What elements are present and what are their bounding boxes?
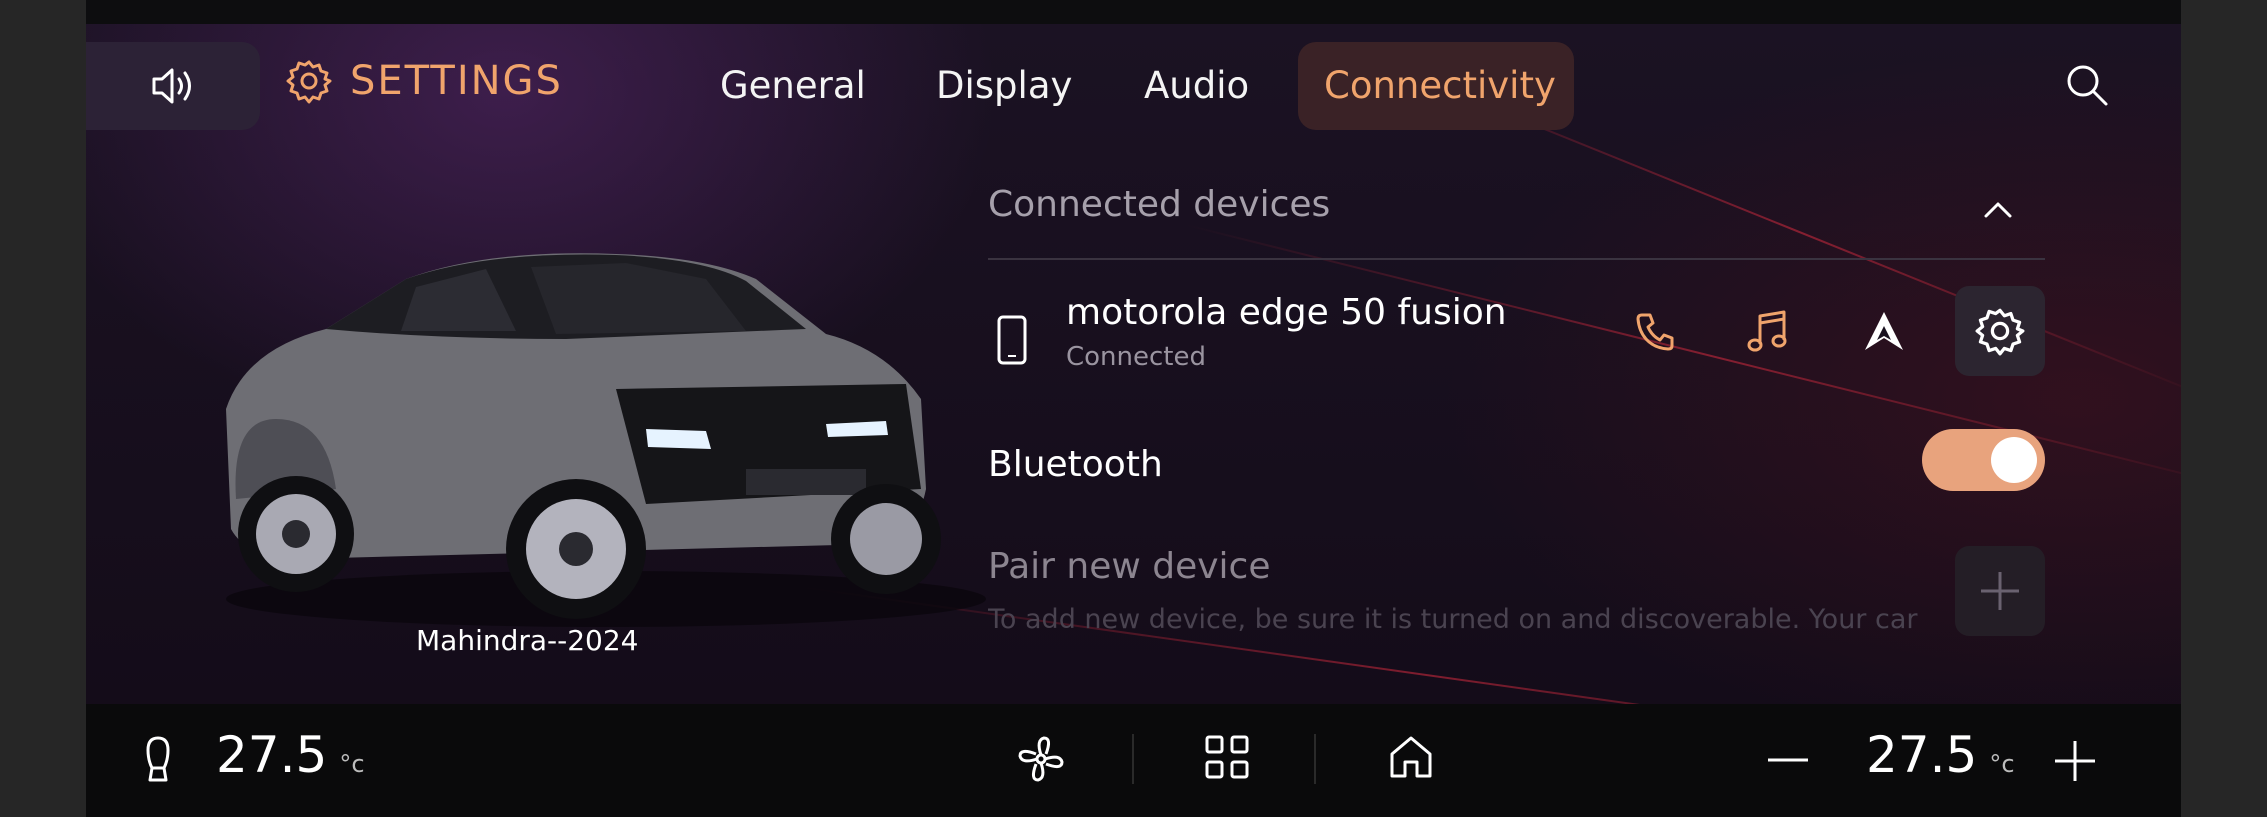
android-auto-icon [1865, 312, 1903, 350]
gear-icon [286, 60, 332, 104]
left-temperature: 27.5 °c [216, 726, 365, 784]
chevron-up-icon [1984, 202, 2012, 218]
right-temp-value: 27.5 [1866, 726, 1978, 784]
search-button[interactable] [2064, 62, 2110, 108]
bluetooth-toggle[interactable] [1922, 429, 2045, 491]
temp-increase-button[interactable] [2052, 738, 2098, 788]
device-settings-button[interactable] [1955, 286, 2045, 376]
bluetooth-label: Bluetooth [988, 444, 1163, 485]
bar-divider [1132, 734, 1134, 784]
right-temp-unit: °c [1989, 750, 2015, 778]
device-status: Connected [1066, 342, 1207, 372]
apps-grid-icon [1205, 735, 1249, 779]
volume-button[interactable] [86, 42, 260, 130]
settings-screen: SETTINGS General Display Audio Connectiv… [86, 24, 2181, 704]
screen-bezel-right [2181, 0, 2267, 817]
android-auto-button[interactable] [1856, 303, 1912, 359]
device-name[interactable]: motorola edge 50 fusion [1066, 292, 1507, 333]
pair-new-device-title[interactable]: Pair new device [988, 546, 1271, 587]
plus-icon [2055, 741, 2095, 781]
settings-header: SETTINGS [286, 58, 563, 104]
car-image [186, 239, 1006, 639]
top-strip [86, 0, 2181, 24]
temp-decrease-button[interactable] [1764, 740, 1812, 784]
phone-button[interactable] [1628, 303, 1684, 359]
add-device-button[interactable] [1955, 546, 2045, 636]
music-icon [1747, 310, 1787, 352]
plus-icon [1981, 572, 2019, 610]
seat-icon [146, 736, 170, 782]
page-title: SETTINGS [350, 58, 563, 104]
car-model-label: Mahindra--2024 [416, 624, 639, 657]
collapse-button[interactable] [1978, 190, 2018, 230]
fan-icon [1018, 736, 1064, 782]
apps-button[interactable] [1202, 732, 1252, 786]
minus-icon [1768, 758, 1808, 762]
phone-icon [1636, 313, 1674, 351]
home-icon [1390, 736, 1432, 778]
tab-connectivity[interactable]: Connectivity [1324, 64, 1556, 107]
section-divider [988, 258, 2045, 260]
pair-new-device-description: To add new device, be sure it is turned … [988, 604, 1918, 635]
climate-bar: 27.5 °c 27.5 °c [86, 704, 2181, 817]
bar-divider [1314, 734, 1316, 784]
search-icon [2067, 65, 2108, 106]
left-temp-value: 27.5 [216, 726, 328, 784]
tab-general[interactable]: General [720, 64, 866, 107]
speaker-icon [152, 68, 191, 104]
tab-display[interactable]: Display [936, 64, 1072, 107]
smartphone-icon [996, 314, 1028, 370]
tab-audio[interactable]: Audio [1144, 64, 1249, 107]
right-temperature: 27.5 °c [1866, 726, 2015, 784]
connected-devices-title: Connected devices [988, 184, 1331, 225]
left-temp-unit: °c [339, 750, 365, 778]
gear-icon [1975, 308, 2025, 356]
screen-bezel-left [0, 0, 86, 817]
home-button[interactable] [1386, 732, 1436, 786]
fan-button[interactable] [1014, 732, 1068, 790]
toggle-knob [1991, 437, 2037, 483]
seat-heating-button[interactable] [140, 734, 176, 790]
music-button[interactable] [1741, 303, 1797, 359]
